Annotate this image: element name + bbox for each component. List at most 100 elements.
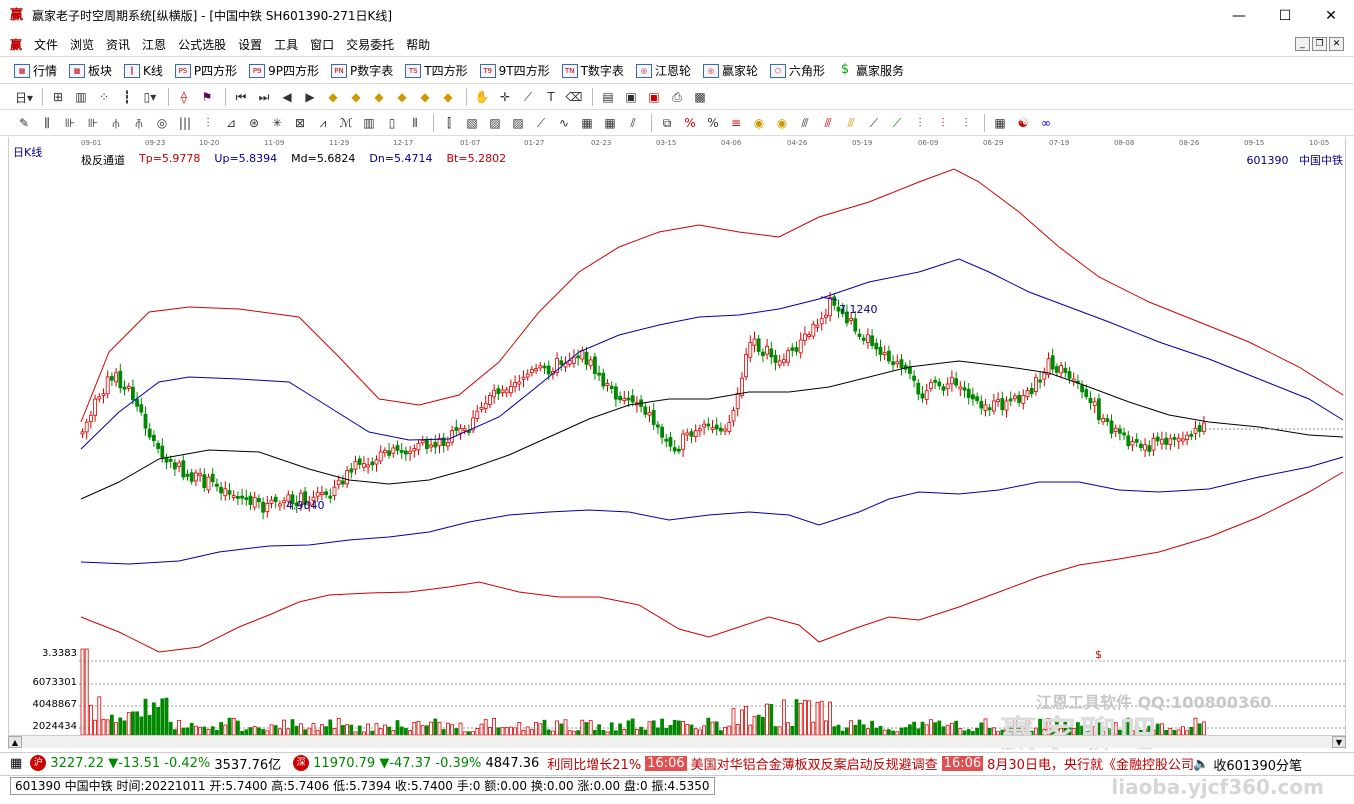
scroll-up-button[interactable]: ▲ (8, 736, 22, 748)
toolbar-9t-square-button[interactable]: T9 9T四方形 (479, 62, 550, 79)
kline-chart[interactable]: 09-01 09-23 10-20 11-09 11-29 12-17 01-0… (8, 137, 1346, 749)
mdi-restore-button[interactable]: ❐ (1312, 37, 1327, 51)
fib-box2-icon[interactable]: ▨ (485, 113, 505, 133)
gann-box-icon[interactable]: ⊠ (290, 113, 310, 133)
sz-index[interactable]: 深 11970.79 ▼-47.37 -0.39% 4847.36 (289, 755, 539, 771)
toolbar-9p-square-button[interactable]: P9 9P四方形 (249, 62, 319, 79)
hand-icon[interactable]: ✋ (472, 87, 492, 107)
toolbar-kline-button[interactable]: ┃ K线 (124, 62, 163, 79)
fib-grid2-icon[interactable]: ▦ (600, 113, 620, 133)
coin2-icon[interactable]: ◉ (772, 113, 792, 133)
tick-detail-button[interactable]: 🔈 收601390分笔 (1193, 755, 1302, 773)
steps-icon[interactable]: ⫶ (910, 113, 930, 133)
menu-file[interactable]: 文件 (28, 36, 64, 53)
fib-box3-icon[interactable]: ▨ (508, 113, 528, 133)
toolbar-gann-wheel-button[interactable]: ◎ 江恩轮 (635, 62, 691, 79)
gann-grid-icon[interactable]: ⊪ (60, 113, 80, 133)
shift-left-icon[interactable]: ◆ (369, 87, 389, 107)
toolbar-quotes-button[interactable]: ▦ 行情 (14, 62, 57, 79)
menu-window[interactable]: 窗口 (304, 36, 340, 53)
text-tool-icon[interactable]: T (541, 87, 561, 107)
ruler-icon[interactable]: ⧉ (657, 113, 677, 133)
flag-icon[interactable]: ⚑ (197, 87, 217, 107)
candle-select-icon[interactable]: ▯▾ (140, 87, 160, 107)
fib-lines-icon[interactable]: ⫽ (623, 113, 643, 133)
toolbar-p-table-button[interactable]: PN P数字表 (331, 62, 393, 79)
next-icon[interactable]: ▶ (300, 87, 320, 107)
save-icon[interactable]: ▣ (644, 87, 664, 107)
percent-icon[interactable]: % (703, 113, 723, 133)
gann-fan-icon[interactable]: ⊿ (221, 113, 241, 133)
chart-scrollbar[interactable]: ▲ ▼ (8, 735, 1346, 748)
mdi-close-button[interactable]: ✕ (1329, 37, 1344, 51)
first-icon[interactable]: ⏮ (231, 87, 251, 107)
menu-tools[interactable]: 工具 (268, 36, 304, 53)
toolbar-service-button[interactable]: $ 赢家服务 (837, 62, 904, 79)
fib-wave-icon[interactable]: ∿ (554, 113, 574, 133)
last-icon[interactable]: ⏭ (254, 87, 274, 107)
menu-browse[interactable]: 浏览 (64, 36, 100, 53)
toolbar-sectors-button[interactable]: ▩ 板块 (69, 62, 112, 79)
gann-lines-icon[interactable]: ⫼ (37, 113, 57, 133)
toolbar-t-square-button[interactable]: TS T四方形 (405, 62, 468, 79)
menu-formula[interactable]: 公式选股 (172, 36, 232, 53)
period-select-icon[interactable]: 日▾ (14, 87, 34, 107)
steps3-icon[interactable]: ⫶ (956, 113, 976, 133)
gann-circle-icon[interactable]: ◎ (152, 113, 172, 133)
channel2-icon[interactable]: ⫻ (818, 113, 838, 133)
channel3-icon[interactable]: ⫻ (841, 113, 861, 133)
minimize-button[interactable]: — (1216, 0, 1262, 31)
news-item[interactable]: 8月30日电，央行就《金融控股公司 (987, 754, 1194, 773)
shift-up-icon[interactable]: ◆ (415, 87, 435, 107)
toolbar-winner-wheel-button[interactable]: ◎ 赢家轮 (702, 62, 758, 79)
gann-bars-icon[interactable]: ||| (175, 113, 195, 133)
clear-icon[interactable]: ⌫ (564, 87, 584, 107)
toolbar-t-table-button[interactable]: TN T数字表 (561, 62, 624, 79)
fib-box-icon[interactable]: ▧ (462, 113, 482, 133)
crosshair-icon[interactable]: ✛ (495, 87, 515, 107)
gann-bars3-icon[interactable]: ▯ (382, 113, 402, 133)
news-item[interactable]: 美国对华铝合金薄板双反案启动反规避调查 (691, 754, 938, 773)
close-button[interactable]: ✕ (1308, 0, 1354, 31)
candles-icon[interactable]: ┇ (117, 87, 137, 107)
steps2-icon[interactable]: ⫶ (933, 113, 953, 133)
zoom-in-icon[interactable]: ◆ (323, 87, 343, 107)
menu-settings[interactable]: 设置 (232, 36, 268, 53)
channel-icon[interactable]: ⫻ (795, 113, 815, 133)
yinyang-icon[interactable]: ☯ (1013, 113, 1033, 133)
print-icon[interactable]: ⎙ (667, 87, 687, 107)
prev-icon[interactable]: ◀ (277, 87, 297, 107)
gann-grid2-icon[interactable]: ⊪ (83, 113, 103, 133)
gann-fork-icon[interactable]: ⫛ (106, 113, 126, 133)
gann-cycle2-icon[interactable]: ▥ (359, 113, 379, 133)
bar-chart-icon[interactable]: ▥ (71, 87, 91, 107)
mdi-minimize-button[interactable]: _ (1295, 37, 1310, 51)
line-tool-icon[interactable]: ⟋ (518, 87, 538, 107)
maximize-button[interactable]: ☐ (1262, 0, 1308, 31)
calc-icon[interactable]: ▣ (621, 87, 641, 107)
shift-down-icon[interactable]: ◆ (438, 87, 458, 107)
trend-icon[interactable]: ⟋ (864, 113, 884, 133)
scroll-down-button[interactable]: ▼ (1332, 736, 1346, 748)
coin-icon[interactable]: ◉ (749, 113, 769, 133)
chart-type-icon[interactable]: ⊞ (48, 87, 68, 107)
ticker-grid-icon[interactable]: ▦ (10, 756, 22, 771)
menu-info[interactable]: 资讯 (100, 36, 136, 53)
toolbar-hexagon-button[interactable]: ⬡ 六角形 (769, 62, 825, 79)
pen-icon[interactable]: ✎ (14, 113, 34, 133)
indicator-icon[interactable]: ⟠ (174, 87, 194, 107)
infinity-icon[interactable]: ∞ (1036, 113, 1056, 133)
dots-icon[interactable]: ⁘ (94, 87, 114, 107)
fib-icon[interactable]: ⫿ (439, 113, 459, 133)
gann-bars4-icon[interactable]: ⫴ (405, 113, 425, 133)
toolbar-p-square-button[interactable]: PS P四方形 (174, 62, 237, 79)
export-icon[interactable]: ▩ (690, 87, 710, 107)
gann-cycle-icon[interactable]: ℳ (336, 113, 356, 133)
gann-bars2-icon[interactable]: ⫶ (198, 113, 218, 133)
gann-star-icon[interactable]: ✳ (267, 113, 287, 133)
shift-right-icon[interactable]: ◆ (392, 87, 412, 107)
fib-grid-icon[interactable]: ▦ (577, 113, 597, 133)
gann-split-icon[interactable]: ⫚ (129, 113, 149, 133)
menu-help[interactable]: 帮助 (400, 36, 436, 53)
table-icon[interactable]: ▦ (990, 113, 1010, 133)
